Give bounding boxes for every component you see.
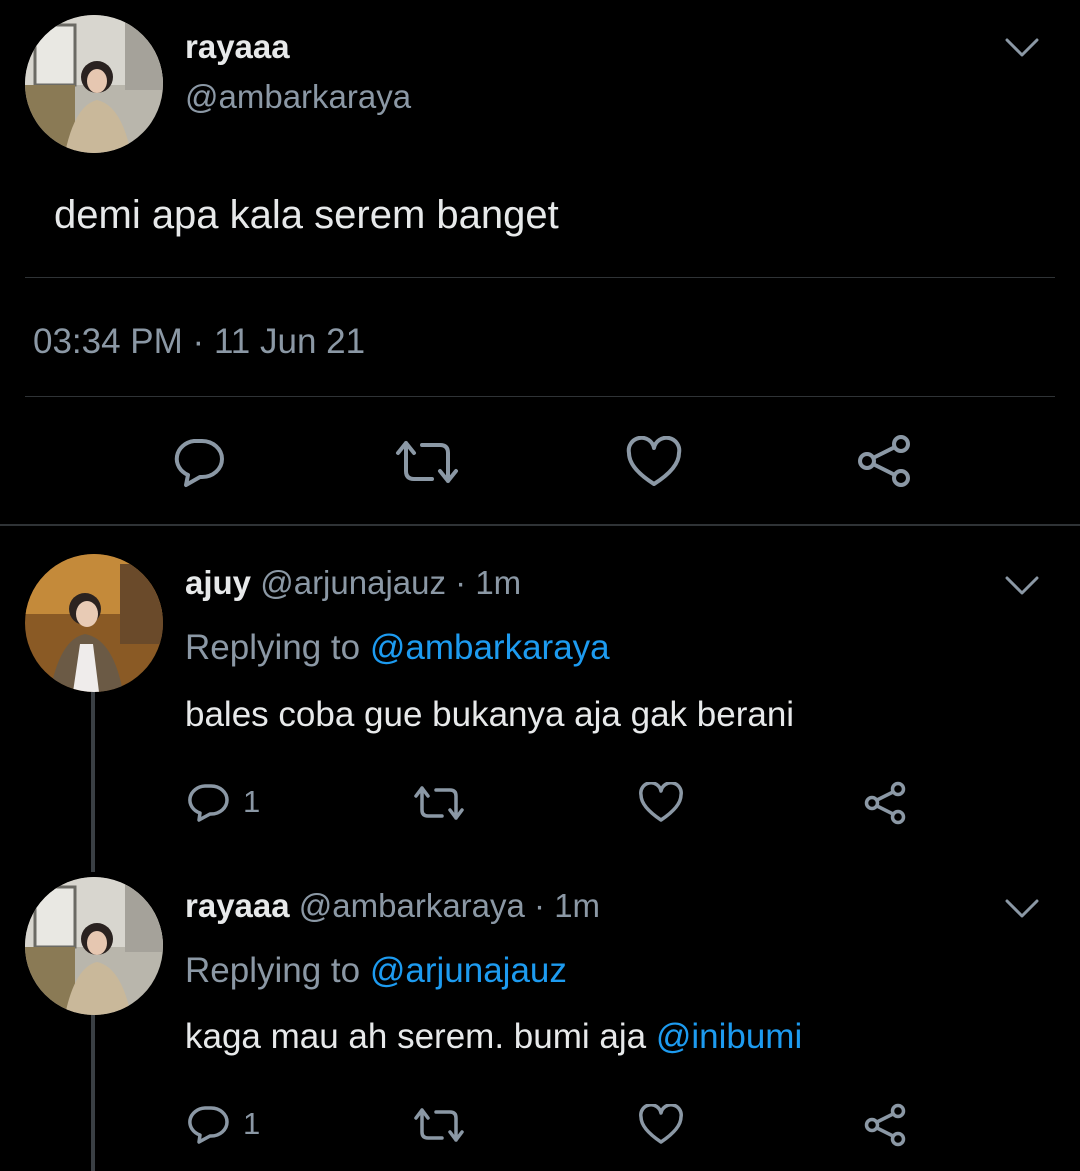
reply-time: · 1m	[455, 564, 522, 601]
divider	[0, 524, 1080, 526]
replying-to-mention[interactable]: @ambarkaraya	[370, 628, 610, 667]
chevron-down-icon[interactable]	[1003, 897, 1041, 921]
avatar[interactable]	[25, 15, 163, 153]
separator: ·	[192, 322, 205, 361]
mention-link[interactable]: @inibumi	[656, 1017, 802, 1056]
chevron-down-icon[interactable]	[1003, 574, 1041, 598]
handle[interactable]: @ambarkaraya	[299, 887, 525, 924]
chevron-down-icon[interactable]	[1003, 36, 1041, 60]
display-name[interactable]: rayaaa	[185, 28, 290, 66]
display-name[interactable]: ajuy	[185, 564, 251, 601]
tweet-date: 11 Jun 21	[213, 322, 366, 361]
share-icon[interactable]	[855, 432, 913, 490]
tweet-text: demi apa kala serem banget	[54, 193, 559, 237]
reply-count: 1	[243, 784, 261, 819]
share-icon[interactable]	[862, 1102, 908, 1148]
retweet-icon[interactable]	[392, 437, 462, 487]
replying-to-label: Replying to	[185, 628, 361, 667]
reply-text-body: kaga mau ah serem. bumi aja	[185, 1017, 647, 1056]
reply-header: ajuy @arjunajauz · 1m	[185, 564, 521, 602]
reply-icon[interactable]	[186, 782, 230, 824]
avatar[interactable]	[25, 877, 163, 1015]
reply-count: 1	[243, 1106, 261, 1141]
reply-time: · 1m	[534, 887, 601, 924]
reply-text: kaga mau ah serem. bumi aja @inibumi	[185, 1017, 802, 1057]
retweet-icon[interactable]	[411, 1105, 467, 1145]
avatar[interactable]	[25, 554, 163, 692]
display-name[interactable]: rayaaa	[185, 887, 290, 924]
reply-text-body: bales coba gue bukanya aja gak berani	[185, 695, 795, 734]
thread-line	[91, 692, 95, 872]
reply-text: bales coba gue bukanya aja gak berani	[185, 695, 794, 735]
heart-icon[interactable]	[625, 436, 683, 490]
heart-icon[interactable]	[638, 782, 684, 824]
reply-icon[interactable]	[186, 1104, 230, 1146]
replying-to-label: Replying to	[185, 951, 361, 990]
thread-line	[91, 1015, 95, 1171]
divider	[25, 396, 1055, 397]
heart-icon[interactable]	[638, 1104, 684, 1146]
reply-header: rayaaa @ambarkaraya · 1m	[185, 887, 600, 925]
tweet-time: 03:34 PM	[33, 322, 183, 361]
divider	[25, 277, 1055, 278]
handle[interactable]: @arjunajauz	[260, 564, 446, 601]
replying-to: Replying to @arjunajauz	[185, 951, 567, 991]
handle[interactable]: @ambarkaraya	[185, 78, 411, 116]
timestamp: 03:34 PM · 11 Jun 21	[33, 322, 365, 362]
replying-to: Replying to @ambarkaraya	[185, 628, 610, 668]
retweet-icon[interactable]	[411, 783, 467, 823]
replying-to-mention[interactable]: @arjunajauz	[370, 951, 567, 990]
share-icon[interactable]	[862, 780, 908, 826]
reply-icon[interactable]	[170, 435, 226, 489]
